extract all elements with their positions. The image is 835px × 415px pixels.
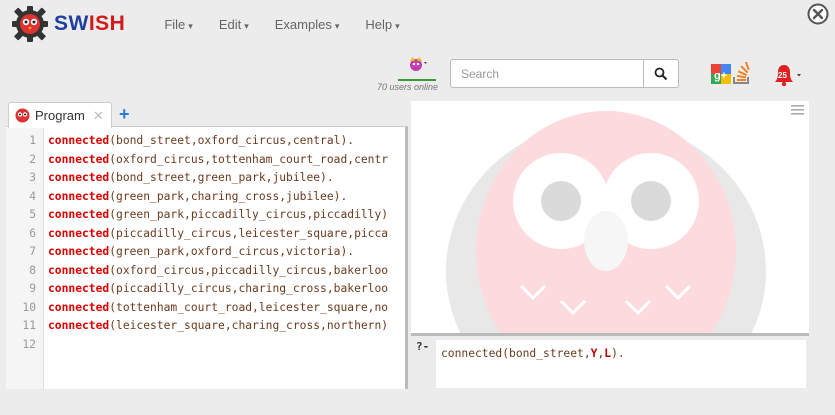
line-number: 12 xyxy=(22,337,36,351)
stackoverflow-icon[interactable] xyxy=(731,62,753,86)
line-number: 11 xyxy=(22,319,36,332)
caret-down-icon: ▾ xyxy=(395,20,400,31)
code-line: 3 connected(bond_street,green_park,jubile… xyxy=(6,169,405,188)
navbar: SWISH File ▾ Edit ▾ Examples ▾ Help ▾ xyxy=(0,0,835,48)
caret-down-icon: ▾ xyxy=(188,20,193,31)
code-line: 10 connected(tottenham_court_road,leicest… xyxy=(6,299,405,318)
code-line: 5 connected(green_park,piccadilly_circus,… xyxy=(6,206,405,225)
code-text: connected(piccadilly_circus,charing_cros… xyxy=(48,282,389,295)
caret-down-icon: ▾ xyxy=(244,20,249,31)
users-online-bar xyxy=(398,79,436,81)
code-line: 12 xyxy=(6,336,405,355)
code-line: 6 connected(piccadilly_circus,leicester_s… xyxy=(6,225,405,244)
line-number: 1 xyxy=(29,134,36,147)
close-icon[interactable] xyxy=(807,3,829,25)
bell-icon xyxy=(775,65,801,87)
code-text: connected(oxford_circus,piccadilly_circu… xyxy=(48,263,389,277)
swish-logo-icon xyxy=(12,6,48,42)
code-text: connected(leicester_square,charing_cross… xyxy=(48,319,389,332)
query-editor[interactable]: connected(bond_street,Y,L). xyxy=(436,340,806,388)
line-number: 6 xyxy=(29,226,36,240)
menu-icon[interactable] xyxy=(791,104,804,116)
search-button[interactable] xyxy=(643,59,679,88)
tab-label: Program xyxy=(35,108,85,123)
users-online-count: 70 users online xyxy=(376,82,438,92)
search-input[interactable] xyxy=(450,59,644,88)
search-icon xyxy=(654,67,668,80)
code-line: 11 connected(leicester_square,charing_cro… xyxy=(6,317,405,336)
line-number: 7 xyxy=(29,245,36,258)
code-line: 1 connected(bond_street,oxford_circus,cen… xyxy=(6,132,405,151)
line-number: 3 xyxy=(29,171,36,184)
code-text: connected(oxford_circus,tottenham_court_… xyxy=(48,152,389,166)
code-text: connected(piccadilly_circus,leicester_sq… xyxy=(48,226,389,240)
menu-examples[interactable]: Examples ▾ xyxy=(262,17,353,32)
add-tab-button[interactable]: + xyxy=(119,104,130,125)
tab-bar: Program ✕ + xyxy=(6,101,408,128)
line-number: 8 xyxy=(29,263,36,277)
google-plus-icon[interactable]: g+ xyxy=(711,64,731,84)
swish-owl-icon xyxy=(15,108,30,123)
notification-count: 25 xyxy=(778,71,787,80)
code-text: connected(bond_street,oxford_circus,cent… xyxy=(48,134,355,147)
code-editor[interactable]: 1 connected(bond_street,oxford_circus,cen… xyxy=(6,132,405,388)
notifications[interactable]: 25 xyxy=(772,62,804,88)
line-number: 5 xyxy=(29,208,36,221)
code-text: connected(bond_street,green_park,jubilee… xyxy=(48,171,334,184)
code-line: 2 connected(oxford_circus,tottenham_court… xyxy=(6,151,405,170)
tab-program[interactable]: Program ✕ xyxy=(8,102,112,128)
menu-help[interactable]: Help ▾ xyxy=(352,17,412,32)
line-number: 9 xyxy=(29,282,36,295)
line-number: 4 xyxy=(29,189,36,203)
code-line: 4 connected(green_park,charing_cross,jubi… xyxy=(6,188,405,207)
owl-watermark-icon xyxy=(446,111,766,333)
query-prompt: ?- xyxy=(416,340,430,353)
caret-down-icon: ▾ xyxy=(334,20,340,31)
code-line: 9 connected(piccadilly_circus,charing_cro… xyxy=(6,280,405,299)
swish-app: SWISH File ▾ Edit ▾ Examples ▾ Help ▾ 70 use… xyxy=(0,0,835,415)
code-text: connected(tottenham_court_road,leicester… xyxy=(48,300,389,314)
tab-close-icon[interactable]: ✕ xyxy=(93,108,104,124)
output-pane xyxy=(411,101,809,333)
main-menu: File ▾ Edit ▾ Examples ▾ Help ▾ xyxy=(151,17,412,32)
code-line: 8 connected(oxford_circus,piccadilly_circ… xyxy=(6,262,405,281)
line-number: 2 xyxy=(29,152,36,166)
brand[interactable]: SWISH xyxy=(10,4,125,44)
menu-edit[interactable]: Edit ▾ xyxy=(206,17,262,32)
code-text: connected(green_park,piccadilly_circus,p… xyxy=(48,208,389,221)
code-text: connected(green_park,charing_cross,jubil… xyxy=(48,189,348,203)
line-number: 10 xyxy=(22,300,36,314)
brand-name: SWISH xyxy=(54,12,126,35)
code-text: connected(green_park,oxford_circus,victo… xyxy=(48,245,355,258)
user-avatar-icon[interactable] xyxy=(406,56,430,76)
code-line: 7 connected(green_park,oxford_circus,vict… xyxy=(6,243,405,262)
svg-text:g+: g+ xyxy=(714,70,727,82)
menu-file[interactable]: File ▾ xyxy=(151,17,205,32)
